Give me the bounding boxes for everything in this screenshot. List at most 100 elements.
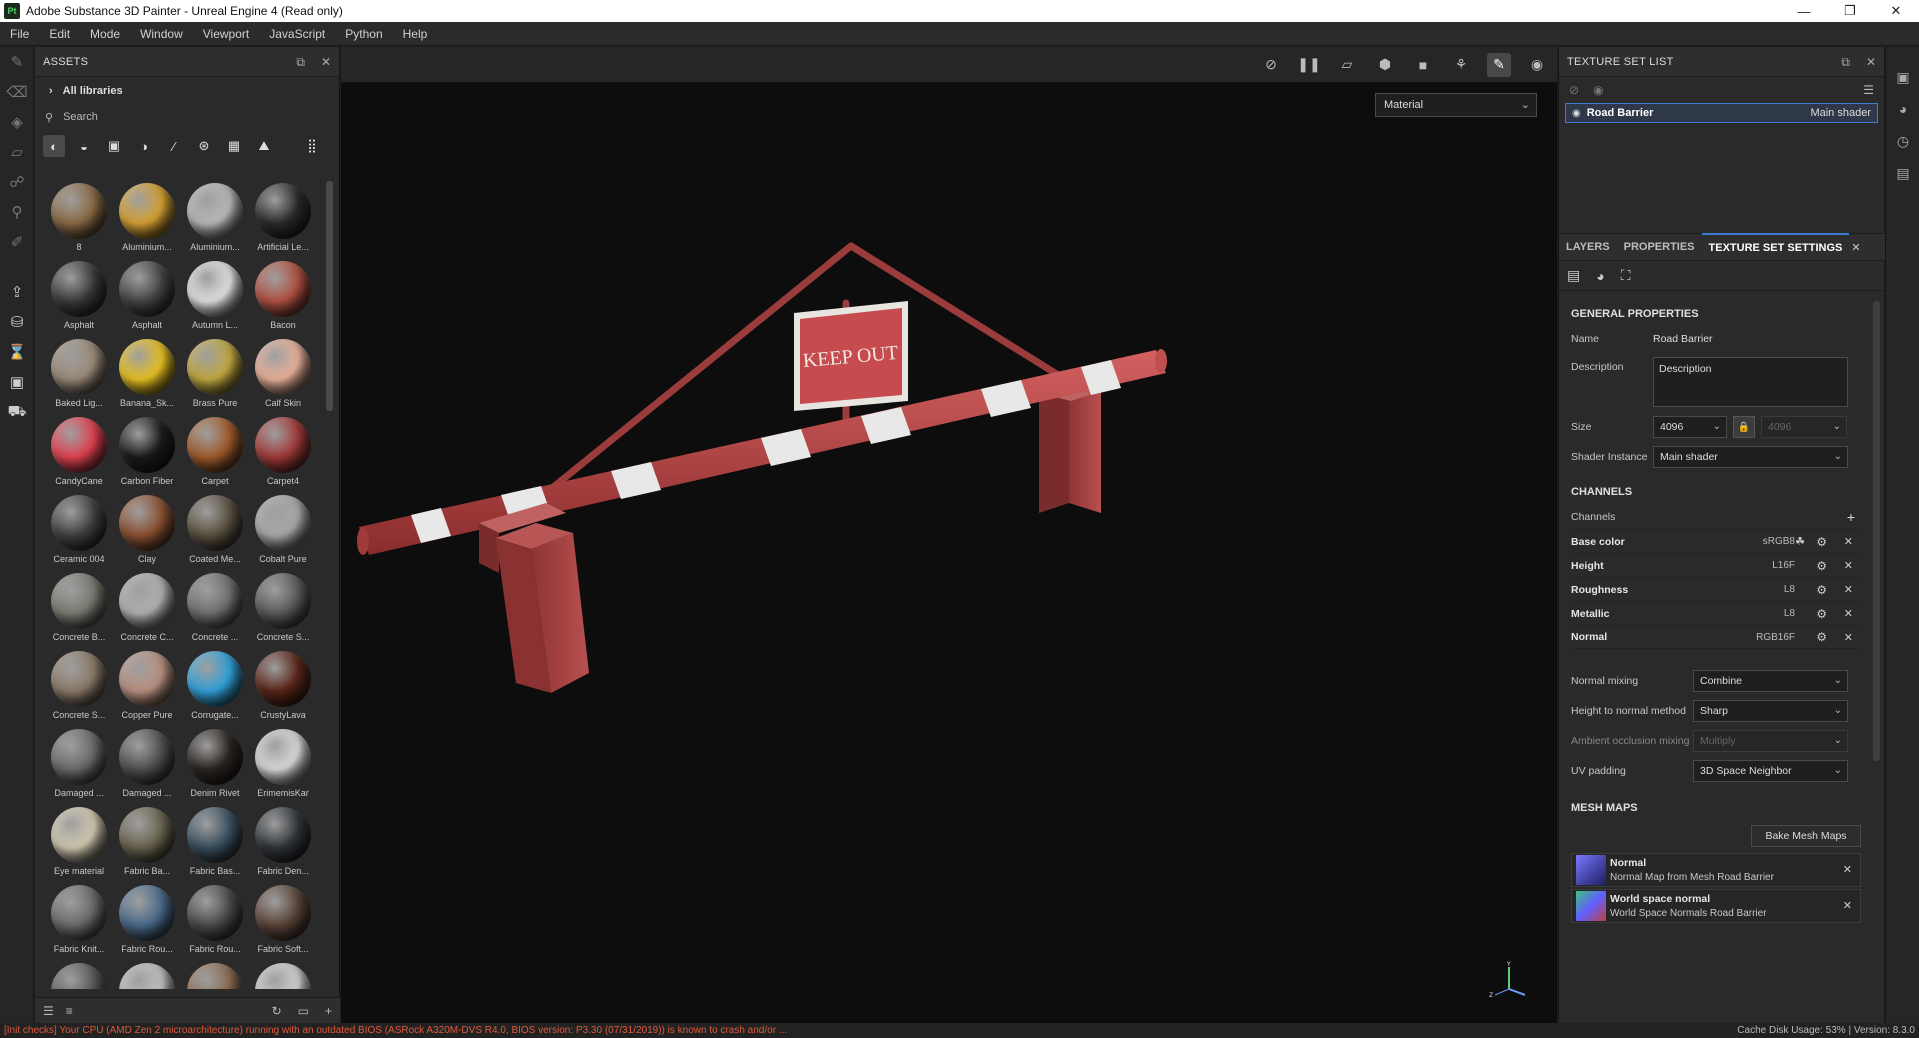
add-channel-icon[interactable]: + xyxy=(1847,509,1855,525)
close-icon[interactable]: ✕ xyxy=(1843,899,1852,912)
menu-mode[interactable]: Mode xyxy=(80,27,130,41)
clone-icon[interactable]: ⚲ xyxy=(0,197,34,227)
asset-item[interactable]: Concrete S... xyxy=(45,647,113,725)
menu-python[interactable]: Python xyxy=(335,27,392,41)
asset-item[interactable]: Asphalt xyxy=(45,257,113,335)
close-icon[interactable]: ✕ xyxy=(1844,583,1853,596)
settings-scrollbar[interactable] xyxy=(1873,301,1880,761)
asset-item[interactable]: Carpet xyxy=(181,413,249,491)
normal-mixing-select[interactable]: Combine ⌄ xyxy=(1693,670,1848,692)
texture-set-row[interactable]: ◉ Road Barrier Main shader xyxy=(1565,103,1878,123)
history-icon[interactable]: ◷ xyxy=(1886,125,1919,157)
gear-icon[interactable]: ⚙ xyxy=(1816,535,1827,549)
status-warning[interactable]: [Init checks] Your CPU (AMD Zen 2 microa… xyxy=(4,1025,787,1036)
asset-item[interactable]: Clay xyxy=(113,491,181,569)
close-button[interactable]: ✕ xyxy=(1873,0,1919,22)
maximize-button[interactable]: ❐ xyxy=(1827,0,1873,22)
asset-item[interactable]: 8 xyxy=(45,179,113,257)
eraser-icon[interactable]: ⌫ xyxy=(0,77,34,107)
close-panel-icon[interactable]: ✕ xyxy=(1866,55,1876,69)
channel-row[interactable]: Height L16F ⚙ ✕ xyxy=(1571,553,1861,577)
visibility-eye-icon[interactable]: ◉ xyxy=(1572,108,1581,119)
asset-item[interactable]: Baked Lig... xyxy=(45,335,113,413)
close-icon[interactable]: ✕ xyxy=(1843,863,1852,876)
asset-item[interactable]: Banana_Sk... xyxy=(113,335,181,413)
close-icon[interactable]: ✕ xyxy=(1844,535,1853,548)
asset-item[interactable]: Corrugate... xyxy=(181,647,249,725)
menu-viewport[interactable]: Viewport xyxy=(193,27,259,41)
name-value[interactable]: Road Barrier xyxy=(1653,333,1713,345)
pause-icon[interactable]: ❚❚ xyxy=(1297,53,1321,77)
sort-icon[interactable]: ≡ xyxy=(66,1004,73,1018)
channel-format[interactable]: L8 xyxy=(1784,584,1795,595)
assets-scrollbar[interactable] xyxy=(326,181,333,411)
asset-item[interactable]: Bacon xyxy=(249,257,317,335)
camera-icon[interactable]: ■ xyxy=(1411,53,1435,77)
asset-item[interactable]: Aluminium... xyxy=(181,179,249,257)
asset-item[interactable]: Autumn L... xyxy=(181,257,249,335)
menu-edit[interactable]: Edit xyxy=(39,27,80,41)
channel-format[interactable]: L16F xyxy=(1772,560,1795,571)
asset-item[interactable]: Aluminium... xyxy=(113,179,181,257)
gear-icon[interactable]: ⚙ xyxy=(1816,607,1827,621)
menu-javascript[interactable]: JavaScript xyxy=(259,27,335,41)
menu-file[interactable]: File xyxy=(0,27,39,41)
hide-icon[interactable]: ⊘ xyxy=(1569,83,1579,97)
asset-item[interactable]: Artificial Le... xyxy=(249,179,317,257)
materials-filter-icon[interactable]: ◐ xyxy=(43,135,65,157)
asset-item[interactable]: Concrete C... xyxy=(113,569,181,647)
textures-filter-icon[interactable]: ▦ xyxy=(223,135,245,157)
add-icon[interactable]: + xyxy=(325,1004,332,1018)
minimize-button[interactable]: — xyxy=(1781,0,1827,22)
asset-item[interactable]: Fabric Ba... xyxy=(113,803,181,881)
masks-filter-icon[interactable]: ▣ xyxy=(103,135,125,157)
close-icon[interactable]: ✕ xyxy=(1844,607,1853,620)
mesh-map-world-normal[interactable]: World space normal World Space Normals R… xyxy=(1571,889,1861,923)
close-icon[interactable]: ✕ xyxy=(1844,559,1853,572)
log-icon[interactable]: ▤ xyxy=(1886,157,1919,189)
channel-format[interactable]: L8 xyxy=(1784,608,1795,619)
bake-icon[interactable]: ⛁ xyxy=(0,307,34,337)
display-settings-icon[interactable]: ▣ xyxy=(1886,61,1919,93)
layer-stack-icon[interactable]: ▣ xyxy=(0,367,34,397)
gear-icon[interactable]: ⚙ xyxy=(1816,559,1827,573)
iray-icon[interactable]: ⌛ xyxy=(0,337,34,367)
symmetry-icon[interactable]: ⚘ xyxy=(1449,53,1473,77)
asset-item[interactable]: CandyCane xyxy=(45,413,113,491)
asset-item[interactable]: Cobalt Pure xyxy=(249,491,317,569)
3d-view-icon[interactable]: ⬢ xyxy=(1373,53,1397,77)
channel-row[interactable]: Base color sRGB8 ☘ ⚙ ✕ xyxy=(1571,529,1861,553)
asset-item[interactable]: Fabric Knit... xyxy=(45,881,113,959)
channel-row[interactable]: Roughness L8 ⚙ ✕ xyxy=(1571,577,1861,601)
2d-view-icon[interactable]: ▱ xyxy=(1335,53,1359,77)
asset-item[interactable] xyxy=(249,959,317,989)
channel-row[interactable]: Normal RGB16F ⚙ ✕ xyxy=(1571,625,1861,649)
tab-properties[interactable]: PROPERTIES xyxy=(1617,233,1702,261)
color-picker-icon[interactable]: ✐ xyxy=(0,227,34,257)
paint-mode-icon[interactable]: ✎ xyxy=(1487,52,1511,77)
asset-item[interactable]: Fabric Rou... xyxy=(113,881,181,959)
asset-item[interactable]: CrustyLava xyxy=(249,647,317,725)
export-icon[interactable]: ⇪ xyxy=(0,277,34,307)
float-panel-icon[interactable]: ⧉ xyxy=(1841,55,1850,70)
camera-icon[interactable]: ⛟ xyxy=(0,397,34,427)
screenshot-icon[interactable]: ◉ xyxy=(1525,53,1549,77)
close-icon[interactable]: ✕ xyxy=(1844,631,1853,644)
uv-padding-select[interactable]: 3D Space Neighbor ⌄ xyxy=(1693,760,1848,782)
uv-tiles-icon[interactable]: ▤ xyxy=(1567,267,1580,284)
tab-layers[interactable]: LAYERS xyxy=(1559,233,1617,261)
asset-item[interactable]: Calf Skin xyxy=(249,335,317,413)
paint-brush-icon[interactable]: ✎ xyxy=(0,47,34,77)
asset-item[interactable]: Fabric Soft... xyxy=(249,881,317,959)
gear-icon[interactable]: ⚙ xyxy=(1816,630,1827,644)
crop-icon[interactable]: ⛶ xyxy=(1621,267,1631,284)
asset-item[interactable] xyxy=(113,959,181,989)
close-panel-icon[interactable]: ✕ xyxy=(321,55,331,69)
lock-icon[interactable]: 🔒 xyxy=(1733,416,1755,438)
channel-format[interactable]: sRGB8 xyxy=(1763,536,1795,547)
grid-view-icon[interactable]: ⣿ xyxy=(301,135,323,157)
shader-icon[interactable]: ◕ xyxy=(1596,268,1604,284)
search-input[interactable]: ⚲ Search xyxy=(35,105,339,129)
projection-icon[interactable]: ◈ xyxy=(0,107,34,137)
shader-settings-icon[interactable]: ◕ xyxy=(1886,93,1919,125)
